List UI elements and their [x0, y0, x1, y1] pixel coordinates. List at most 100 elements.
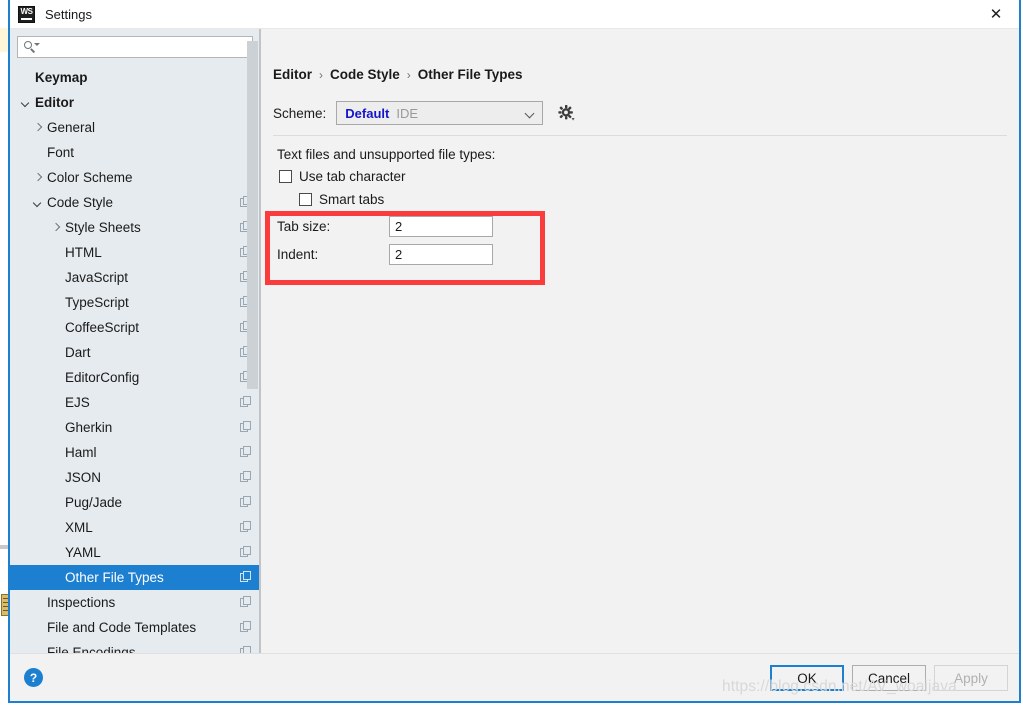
breadcrumb-item-editor[interactable]: Editor: [273, 67, 312, 82]
sidebar-item-label: Color Scheme: [47, 170, 133, 185]
breadcrumb-separator-1: ›: [319, 67, 323, 82]
ok-button[interactable]: OK: [770, 665, 844, 691]
sidebar-item-dart[interactable]: Dart: [10, 340, 260, 365]
smart-tabs-checkbox[interactable]: Smart tabs: [299, 192, 384, 207]
chevron-right-icon[interactable]: [32, 172, 44, 184]
tab-size-row: Tab size: 2: [277, 216, 493, 237]
scheme-dropdown[interactable]: Default IDE: [336, 101, 544, 125]
sidebar-item-general[interactable]: General: [10, 115, 260, 140]
sidebar-item-other-file-types[interactable]: Other File Types: [10, 565, 260, 590]
sidebar-item-json[interactable]: JSON: [10, 465, 260, 490]
sidebar-item-label: File Encodings: [47, 645, 136, 653]
sidebar-item-label: Haml: [65, 445, 97, 460]
sidebar-item-label: YAML: [65, 545, 101, 560]
scheme-scope-label: IDE: [396, 105, 419, 121]
indent-row: Indent: 2: [277, 244, 493, 265]
breadcrumb-separator-2: ›: [406, 67, 411, 82]
scheme-label: Scheme:: [273, 105, 327, 121]
search-input[interactable]: [17, 36, 253, 58]
sidebar-item-keymap[interactable]: Keymap: [10, 65, 260, 90]
sidebar-item-label: Inspections: [47, 595, 116, 610]
sidebar-item-label: TypeScript: [65, 295, 129, 310]
help-icon[interactable]: ?: [24, 668, 43, 687]
sidebar-item-label: General: [47, 120, 96, 135]
sidebar-item-coffeescript[interactable]: CoffeeScript: [10, 315, 260, 340]
apply-button: Apply: [934, 665, 1008, 691]
sidebar-item-editorconfig[interactable]: EditorConfig: [10, 365, 260, 390]
sidebar-item-javascript[interactable]: JavaScript: [10, 265, 260, 290]
sidebar-item-font[interactable]: Font: [10, 140, 260, 165]
section-title: Text files and unsupported file types:: [277, 147, 496, 162]
section-divider: [273, 135, 1007, 136]
breadcrumb: Editor › Code Style › Other File Types: [273, 67, 523, 82]
sidebar-scrollbar-thumb[interactable]: [247, 41, 258, 389]
sidebar-item-label: Pug/Jade: [65, 495, 123, 510]
breadcrumb-item-code-style[interactable]: Code Style: [330, 67, 400, 82]
logo-text: WS: [20, 6, 33, 16]
use-tab-character-checkbox[interactable]: Use tab character: [279, 169, 406, 184]
checkbox-box: [299, 193, 312, 206]
sidebar-item-label: XML: [65, 520, 93, 535]
tab-size-input[interactable]: 2: [389, 216, 493, 237]
logo-underbar: [21, 17, 32, 20]
sidebar-item-ejs[interactable]: EJS: [10, 390, 260, 415]
sidebar-item-label: Keymap: [35, 70, 88, 85]
sidebar-item-color-scheme[interactable]: Color Scheme: [10, 165, 260, 190]
webstorm-logo-icon: WS: [18, 5, 35, 23]
cancel-button[interactable]: Cancel: [852, 665, 926, 691]
chevron-down-icon: [524, 108, 535, 119]
gear-icon[interactable]: [556, 103, 576, 123]
chevron-right-icon[interactable]: [50, 222, 62, 234]
sidebar-item-inspections[interactable]: Inspections: [10, 590, 260, 615]
sidebar-item-xml[interactable]: XML: [10, 515, 260, 540]
close-icon[interactable]: ✕: [973, 0, 1019, 28]
sidebar-item-html[interactable]: HTML: [10, 240, 260, 265]
sidebar-item-style-sheets[interactable]: Style Sheets: [10, 215, 260, 240]
sidebar-scrollbar[interactable]: [247, 41, 258, 653]
chevron-down-icon[interactable]: [20, 97, 32, 109]
tab-size-label: Tab size:: [277, 219, 331, 234]
sidebar-item-file-and-code-templates[interactable]: File and Code Templates: [10, 615, 260, 640]
sidebar-item-label: JSON: [65, 470, 102, 485]
title-bar: WS Settings ✕: [10, 0, 1019, 29]
sidebar-item-label: Editor: [35, 95, 74, 110]
sidebar-item-typescript[interactable]: TypeScript: [10, 290, 260, 315]
sidebar-item-label: JavaScript: [65, 270, 129, 285]
sidebar-item-file-encodings[interactable]: File Encodings: [10, 640, 260, 653]
sidebar-item-code-style[interactable]: Code Style: [10, 190, 260, 215]
sidebar-item-editor[interactable]: Editor: [10, 90, 260, 115]
sidebar-divider: [259, 29, 260, 653]
scheme-row: Scheme: Default IDE: [273, 101, 576, 125]
sidebar-item-label: Font: [47, 145, 75, 160]
sidebar-item-haml[interactable]: Haml: [10, 440, 260, 465]
sidebar-item-gherkin[interactable]: Gherkin: [10, 415, 260, 440]
sidebar-item-label: CoffeeScript: [65, 320, 140, 335]
settings-tree: Keymap Editor General Font Color Scheme Code …: [10, 63, 260, 653]
use-tab-character-label: Use tab character: [299, 169, 406, 184]
sidebar-item-label: EJS: [65, 395, 90, 410]
breadcrumb-item-other-file-types: Other File Types: [417, 67, 523, 82]
sidebar-item-label: HTML: [65, 245, 102, 260]
indent-input[interactable]: 2: [389, 244, 493, 265]
dialog-body: Keymap Editor General Font Color Scheme Code …: [10, 29, 1019, 653]
chevron-down-icon[interactable]: [32, 197, 44, 209]
search-icon: [24, 40, 40, 54]
dialog-footer: ? OK Cancel Apply: [10, 653, 1019, 701]
chevron-right-icon[interactable]: [32, 122, 44, 134]
sidebar-item-pug-jade[interactable]: Pug/Jade: [10, 490, 260, 515]
sidebar-item-yaml[interactable]: YAML: [10, 540, 260, 565]
